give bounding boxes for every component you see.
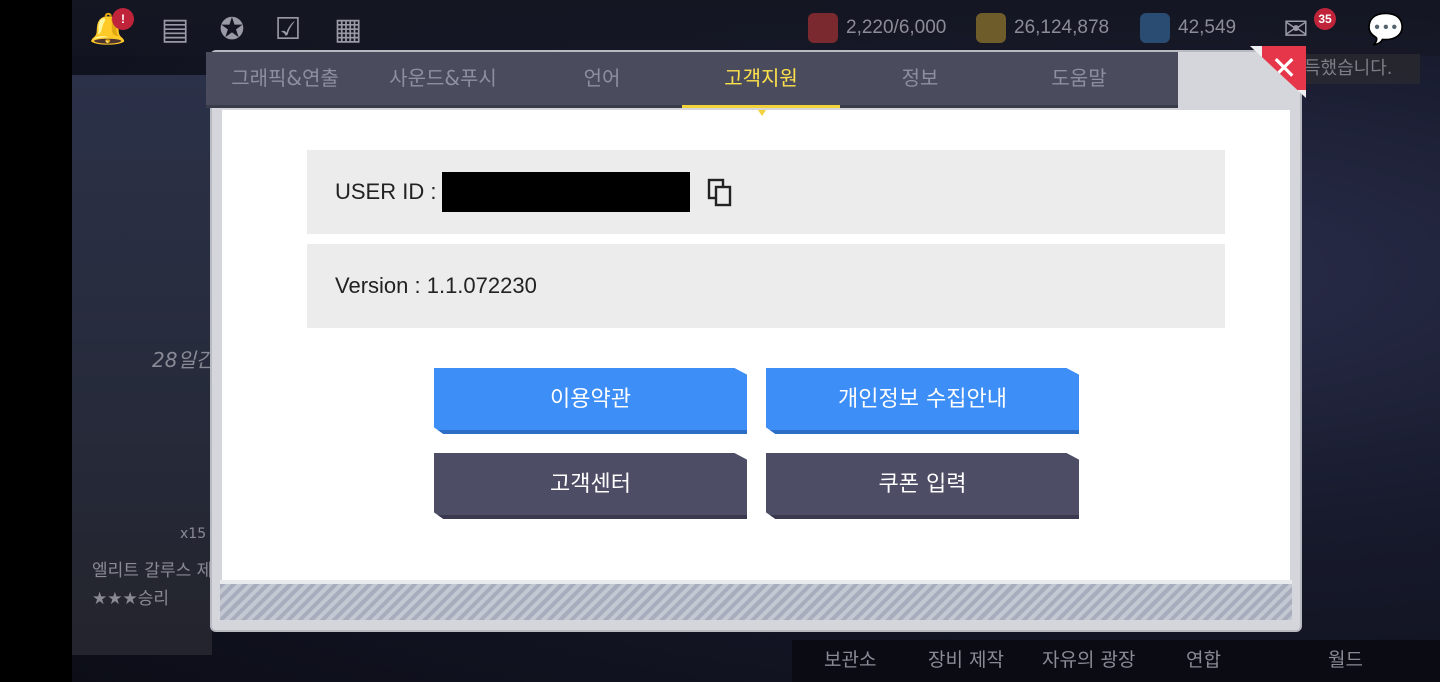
dialog-content-panel: USER ID : Version : 1.1.072230 이용약관 개인정보… xyxy=(222,110,1290,608)
tab-sound-push[interactable]: 사운드&푸시 xyxy=(364,52,522,108)
resource-crystal: 42,549 xyxy=(1140,13,1237,43)
tab-customer-support[interactable]: 고객지원 xyxy=(682,52,840,116)
tab-graphics[interactable]: 그래픽&연출 xyxy=(206,52,364,108)
support-center-button[interactable]: 고객센터 xyxy=(434,453,747,519)
stage-result-label: ★★★승리 xyxy=(92,589,170,609)
alarm-badge: ! xyxy=(112,8,134,30)
stamina-value: 2,220/6,000 xyxy=(846,17,947,38)
mail-envelope-icon[interactable]: ✉ xyxy=(1276,10,1316,50)
menu-storage[interactable]: 보관소 xyxy=(824,646,876,674)
menu-crafting[interactable]: 장비 제작 xyxy=(928,646,1004,674)
menu-world[interactable]: 월드 xyxy=(1328,646,1363,674)
stage-count-label: x15 xyxy=(180,526,207,542)
mail-badge: 35 xyxy=(1314,8,1336,30)
settings-tab-bar: 그래픽&연출 사운드&푸시 언어 고객지원 정보 도움말 xyxy=(206,52,1178,116)
user-id-label: USER ID : xyxy=(335,179,437,204)
menu-alliance[interactable]: 연합 xyxy=(1186,646,1221,674)
gift-box-icon[interactable]: ▦ xyxy=(328,10,368,50)
close-icon: ✕ xyxy=(1262,46,1306,90)
privacy-notice-button[interactable]: 개인정보 수집안내 xyxy=(766,368,1079,434)
version-text: Version : 1.1.072230 xyxy=(335,273,537,298)
dialog-footer-stripes xyxy=(220,580,1292,620)
stamina-icon xyxy=(808,13,838,43)
achievement-medal-icon[interactable]: ✪ xyxy=(212,10,252,50)
tab-language[interactable]: 언어 xyxy=(523,52,681,108)
calendar-check-icon[interactable]: ☑ xyxy=(268,10,308,50)
gold-value: 26,124,878 xyxy=(1014,17,1110,38)
event-days-label: 28일간 xyxy=(152,348,215,372)
coupon-input-button[interactable]: 쿠폰 입력 xyxy=(766,453,1079,519)
quest-settings-icon[interactable]: ▤ xyxy=(155,10,195,50)
menu-plaza[interactable]: 자유의 광장 xyxy=(1042,646,1135,674)
version-row: Version : 1.1.072230 xyxy=(307,244,1225,328)
resource-gold: 26,124,878 xyxy=(976,13,1110,43)
notice-partial-text: 득했습니다. xyxy=(1300,54,1420,84)
crystal-icon xyxy=(1140,13,1170,43)
user-id-redacted xyxy=(442,172,691,212)
settings-dialog: USER ID : Version : 1.1.072230 이용약관 개인정보… xyxy=(206,46,1306,630)
tab-info[interactable]: 정보 xyxy=(841,52,999,108)
stage-name-label: 엘리트 갈루스 제 xyxy=(92,561,213,581)
crystal-value: 42,549 xyxy=(1178,17,1237,38)
terms-of-use-button[interactable]: 이용약관 xyxy=(434,368,747,434)
resource-stamina: 2,220/6,000 xyxy=(808,13,947,43)
user-id-row: USER ID : xyxy=(307,150,1225,234)
close-button[interactable]: ✕ xyxy=(1250,46,1306,98)
chat-bubble-icon[interactable]: 💬 xyxy=(1366,10,1406,50)
tab-help[interactable]: 도움말 xyxy=(1000,52,1158,108)
gold-coin-icon xyxy=(976,13,1006,43)
copy-icon[interactable] xyxy=(707,178,735,208)
